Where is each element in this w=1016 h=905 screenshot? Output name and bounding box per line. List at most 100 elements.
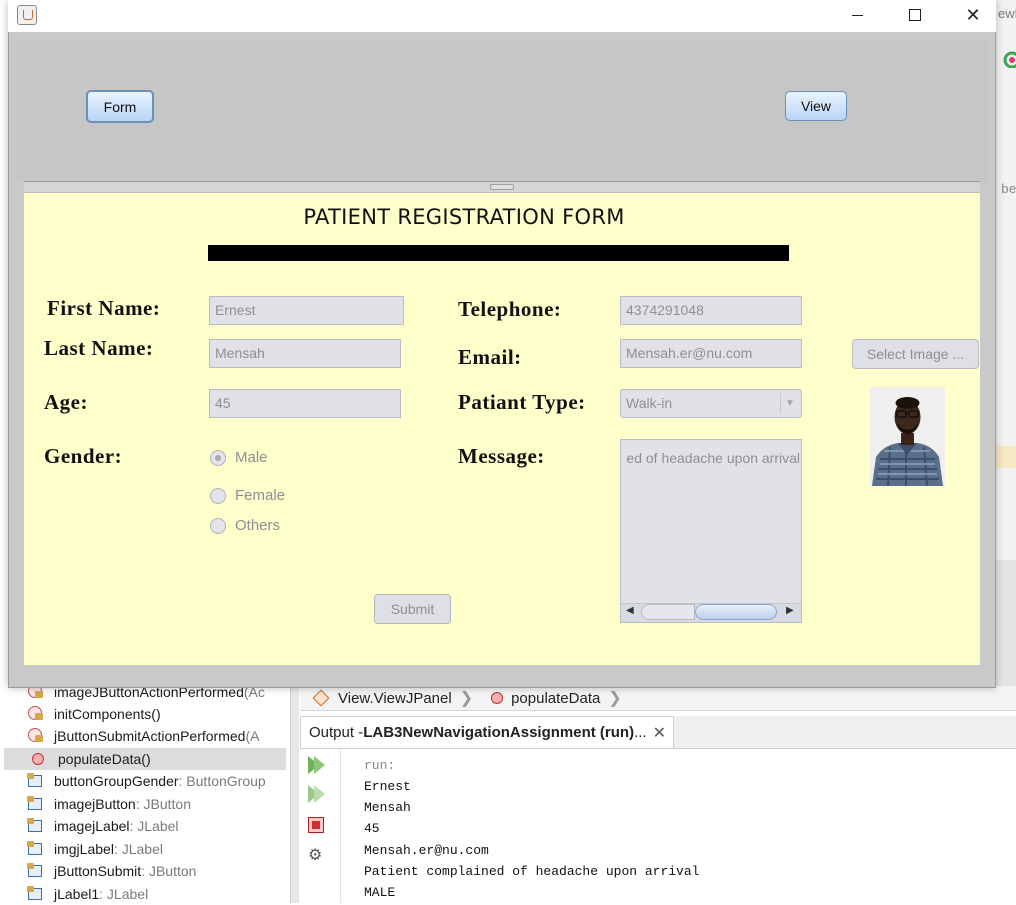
method-icon bbox=[32, 753, 44, 765]
scroll-right-icon[interactable]: ▶ bbox=[786, 605, 794, 616]
navigator-item[interactable]: jButtonSubmit : JButton bbox=[27, 860, 288, 882]
view-button[interactable]: View bbox=[785, 91, 847, 121]
close-icon[interactable]: ✕ bbox=[653, 723, 666, 743]
breadcrumb-item-label: View.ViewJPanel bbox=[338, 689, 452, 707]
navigator-item-type: : JButton bbox=[141, 863, 197, 879]
title-bar[interactable]: ✕ bbox=[8, 0, 996, 32]
age-field[interactable]: 45 bbox=[209, 389, 401, 418]
navigator-item-name: initComponents() bbox=[54, 706, 161, 722]
navigator-item-type: : JButton bbox=[135, 796, 191, 812]
stop-icon[interactable] bbox=[308, 817, 326, 835]
navigator-item[interactable]: initComponents() bbox=[28, 703, 288, 725]
navigator-item-name: jLabel1 bbox=[54, 886, 100, 902]
output-line: Mensah bbox=[364, 800, 411, 815]
telephone-label: Telephone: bbox=[458, 297, 562, 321]
navigator-item-selected[interactable]: populateData() bbox=[4, 748, 286, 770]
gender-option-label: Female bbox=[235, 487, 286, 504]
navigator-item-name: jButtonSubmitActionPerformed bbox=[54, 728, 246, 744]
panel-splitter[interactable] bbox=[290, 686, 299, 903]
patient-type-value: Walk-in bbox=[626, 395, 673, 411]
editor-code-fragment: be bbox=[1001, 182, 1016, 197]
private-method-icon bbox=[28, 706, 43, 720]
breadcrumb-item-method[interactable]: populateData ❯ bbox=[491, 688, 622, 708]
gender-label: Gender: bbox=[44, 444, 123, 468]
breadcrumb-item-class[interactable]: View.ViewJPanel ❯ bbox=[312, 688, 474, 708]
minimize-button[interactable] bbox=[828, 0, 886, 30]
navigator-item[interactable]: imagejButton : JButton bbox=[27, 793, 288, 815]
navigator-item-type: : JLabel bbox=[113, 841, 163, 857]
navigator-item[interactable]: imagejLabel : JLabel bbox=[27, 815, 288, 837]
gender-option-label: Others bbox=[235, 517, 281, 534]
tab-output-ellipsis: ... bbox=[634, 724, 647, 741]
output-line: Ernest bbox=[364, 779, 411, 794]
output-tabbar: Output - LAB3NewNavigationAssignment (ru… bbox=[300, 716, 1016, 749]
navigator-item-name: jButtonSubmit bbox=[54, 863, 142, 879]
app-logo-icon bbox=[998, 46, 1016, 69]
output-line: MALE bbox=[364, 885, 396, 900]
navigator-item-name: populateData() bbox=[58, 751, 151, 767]
message-text: ed of headache upon arrival bbox=[626, 450, 800, 466]
field-icon bbox=[27, 773, 42, 787]
chevron-right-icon: ❯ bbox=[459, 690, 474, 707]
navigator-item-type: : ButtonGroup bbox=[178, 773, 266, 789]
radio-icon bbox=[210, 487, 226, 504]
message-textarea[interactable] bbox=[620, 439, 802, 623]
select-image-button[interactable]: Select Image ... bbox=[852, 339, 979, 369]
output-console[interactable] bbox=[300, 749, 1016, 903]
output-line: Mensah.er@nu.com bbox=[364, 843, 489, 858]
output-line: run: bbox=[364, 758, 396, 773]
chevron-right-icon: ❯ bbox=[608, 690, 622, 707]
patient-type-label: Patiant Type: bbox=[458, 390, 586, 414]
scrollbar-track bbox=[641, 604, 695, 620]
message-label: Message: bbox=[458, 444, 545, 468]
navigator-item-name: imagejButton bbox=[54, 796, 136, 812]
radio-icon bbox=[210, 517, 226, 534]
last-name-field[interactable]: Mensah bbox=[209, 339, 401, 368]
breadcrumb: View.ViewJPanel ❯ populateData ❯ bbox=[300, 686, 1016, 711]
navigator-item[interactable]: jButtonSubmitActionPerformed (A bbox=[28, 725, 288, 747]
form-button[interactable]: Form bbox=[86, 90, 154, 123]
patient-type-select[interactable]: Walk-in ▼ bbox=[620, 389, 802, 418]
editor-highlight-line bbox=[996, 446, 1016, 468]
navigator-item[interactable]: imgjLabel : JLabel bbox=[27, 838, 288, 860]
field-icon bbox=[27, 886, 42, 900]
rerun-icon[interactable] bbox=[308, 756, 326, 774]
gender-radio-male[interactable]: Male bbox=[210, 449, 268, 466]
navigator-item-name: imgjLabel bbox=[54, 841, 114, 857]
navigator-item-type: : JLabel bbox=[99, 886, 149, 902]
tab-output-prefix: Output - bbox=[309, 724, 364, 741]
age-label: Age: bbox=[44, 390, 88, 414]
maximize-icon bbox=[909, 9, 921, 21]
rerun-with-args-icon[interactable] bbox=[308, 785, 326, 803]
email-label: Email: bbox=[458, 345, 522, 369]
tab-output[interactable]: Output - LAB3NewNavigationAssignment (ru… bbox=[300, 716, 674, 748]
email-field[interactable]: Mensah.er@nu.com bbox=[620, 339, 802, 368]
maximize-button[interactable] bbox=[886, 0, 944, 30]
navigator-item[interactable]: jLabel1 : JLabel bbox=[27, 883, 288, 905]
telephone-field[interactable]: 4374291048 bbox=[620, 296, 802, 325]
output-toolbar: ⚙ bbox=[300, 749, 341, 903]
field-icon bbox=[27, 841, 42, 855]
field-icon bbox=[27, 818, 42, 832]
divider-grip-icon[interactable] bbox=[490, 184, 514, 190]
scroll-left-icon[interactable]: ◀ bbox=[626, 605, 634, 616]
title-separator-bar bbox=[208, 245, 789, 261]
first-name-label: First Name: bbox=[47, 296, 161, 320]
first-name-field[interactable]: Ernest bbox=[209, 296, 404, 325]
gender-radio-others[interactable]: Others bbox=[210, 517, 280, 534]
close-icon: ✕ bbox=[965, 4, 981, 25]
navigator-item[interactable]: buttonGroupGender : ButtonGroup bbox=[27, 770, 288, 792]
chevron-down-icon[interactable]: ▼ bbox=[780, 393, 799, 414]
form-panel bbox=[24, 193, 980, 665]
page-title: PATIENT REGISTRATION FORM bbox=[303, 205, 625, 229]
gender-radio-female[interactable]: Female bbox=[210, 487, 285, 504]
submit-button[interactable]: Submit bbox=[374, 594, 451, 624]
close-button[interactable]: ✕ bbox=[944, 0, 1002, 30]
method-icon bbox=[491, 692, 504, 704]
settings-icon[interactable]: ⚙ bbox=[308, 845, 326, 864]
radio-selected-icon bbox=[210, 449, 226, 466]
breadcrumb-item-label: populateData bbox=[511, 689, 601, 707]
navigator-item-name: imagejLabel bbox=[54, 818, 130, 834]
editor-edge-gray bbox=[996, 560, 1016, 686]
scrollbar-thumb[interactable] bbox=[695, 604, 777, 620]
